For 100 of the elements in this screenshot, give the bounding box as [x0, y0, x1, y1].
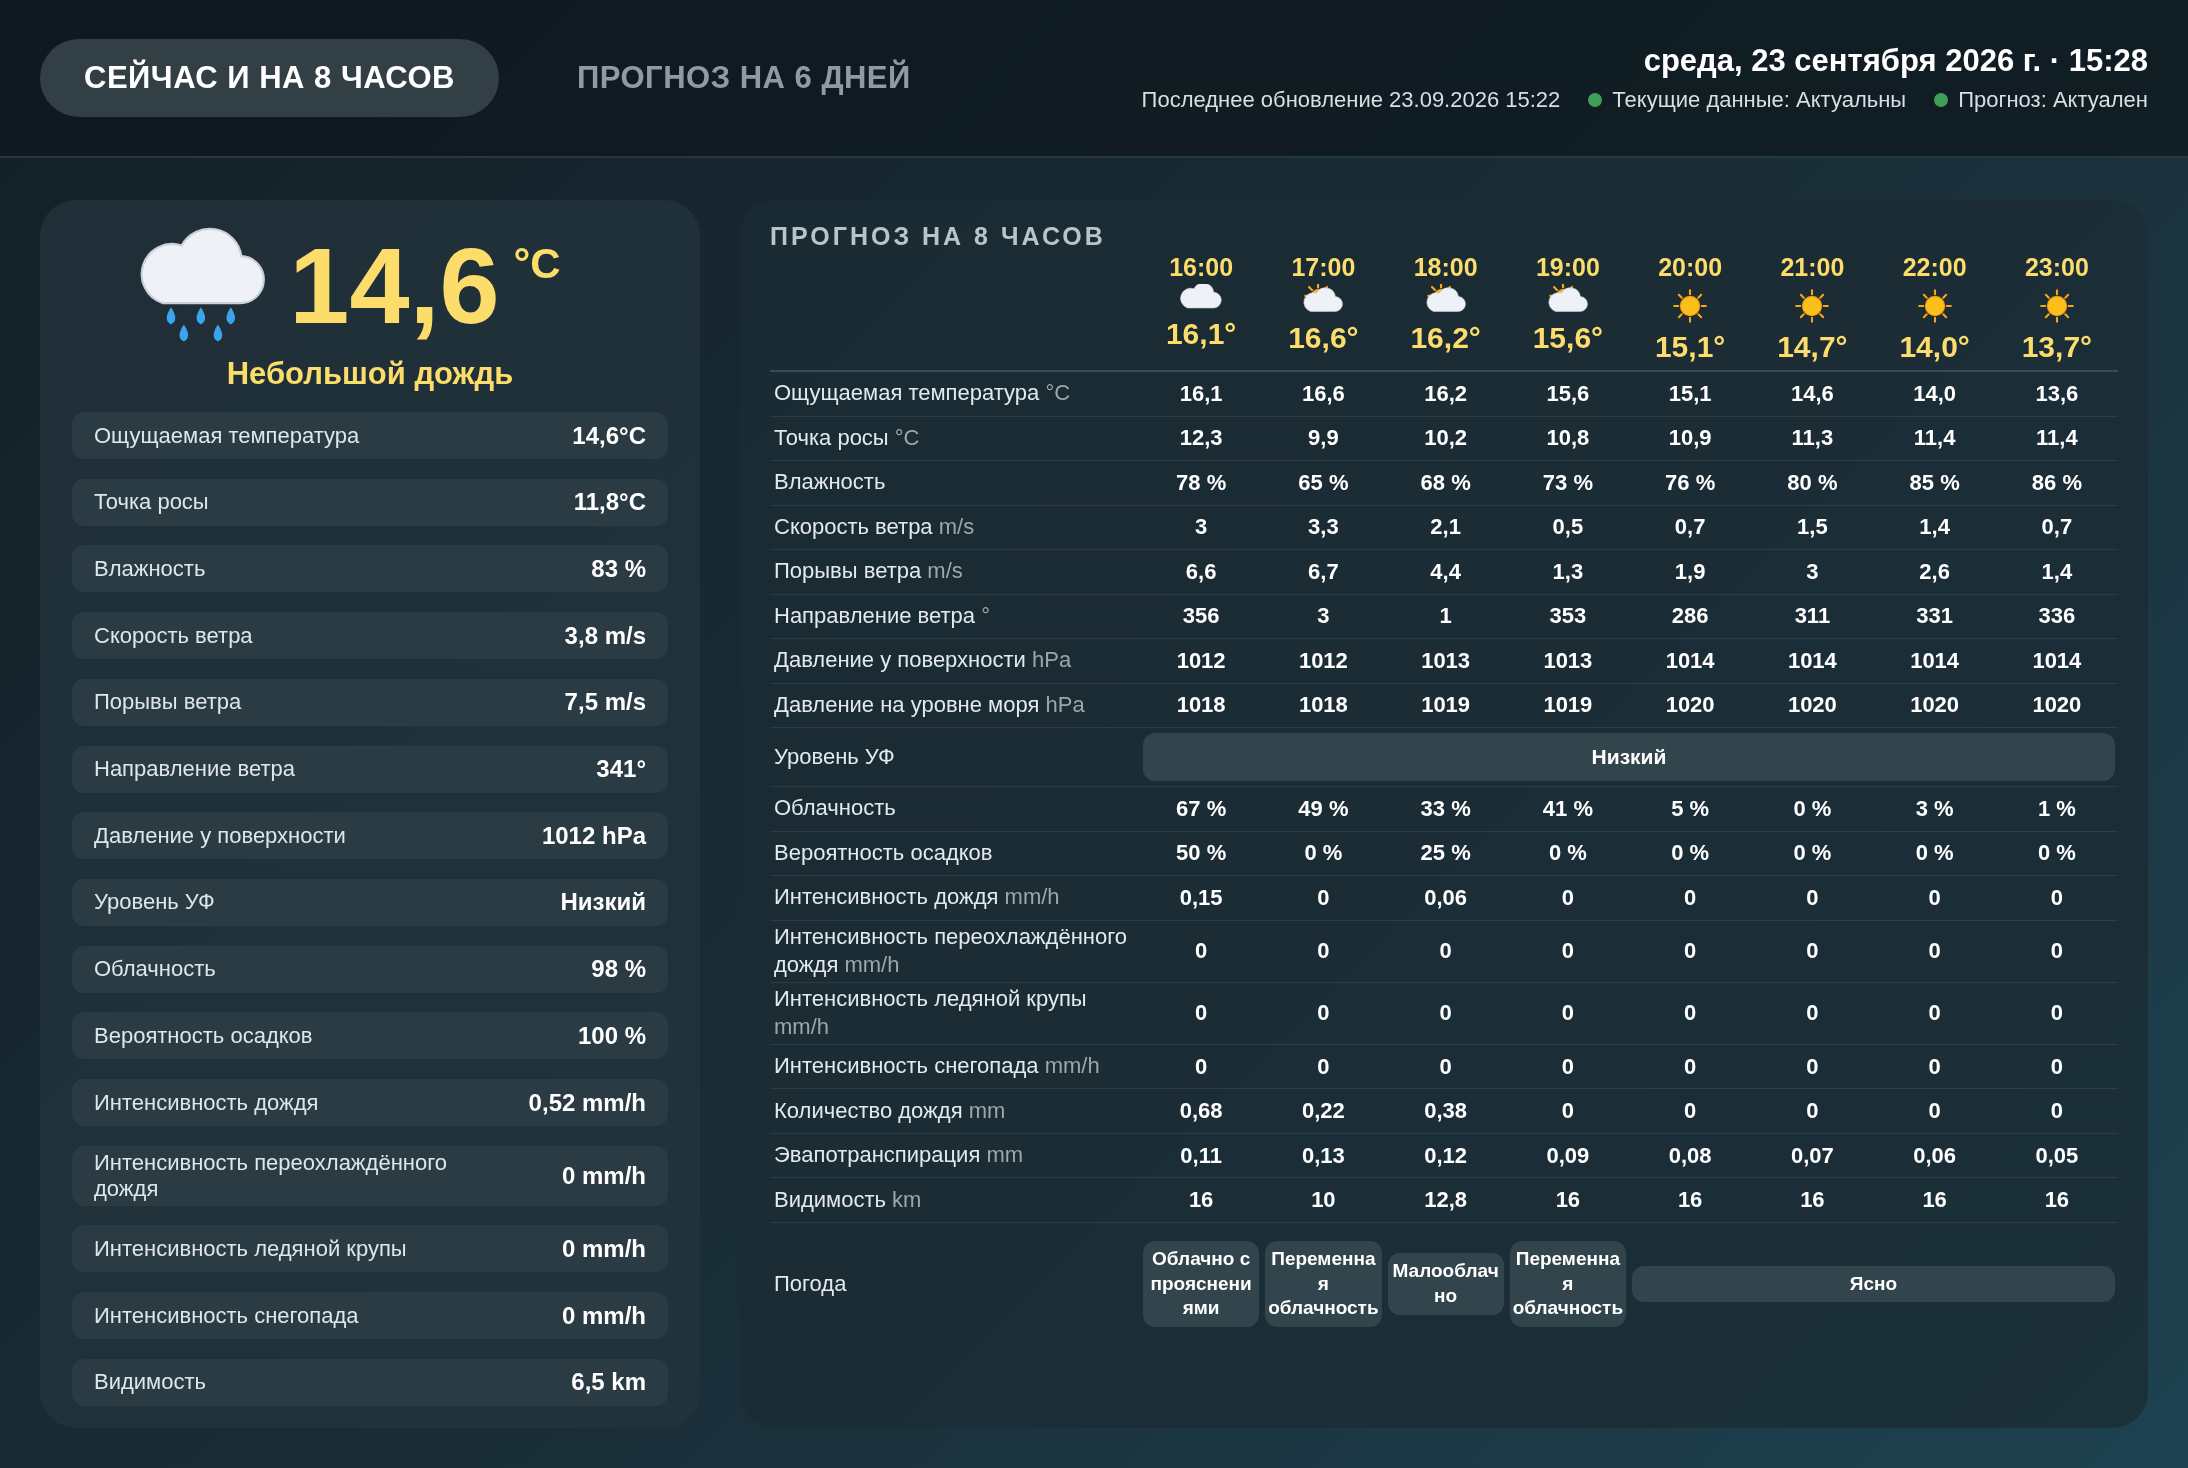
table-cell-text: 353 [1548, 603, 1588, 630]
detail-label: Интенсивность дождя [94, 1088, 319, 1117]
last-update-text: Последнее обновление 23.09.2026 15:22 [1141, 87, 1561, 113]
table-cell-text: 1,9 [1673, 558, 1707, 585]
table-cell-text: 0 [1194, 1000, 1209, 1027]
table-cell-text: 0,11 [1179, 1142, 1223, 1169]
hour-time: 22:00 [1902, 253, 1967, 282]
table-cell-text: 0,09 [1545, 1142, 1591, 1169]
table-cell-text: 1 % [2036, 795, 2077, 822]
detail-label: Интенсивность переохлаждённого дождя [94, 1148, 448, 1203]
row-label: Ощущаемая температура °C [773, 379, 1072, 408]
table-cell-text: 0 [1438, 938, 1453, 965]
table-cell-text: 0,08 [1667, 1142, 1713, 1169]
hour-time: 20:00 [1658, 253, 1723, 282]
row-label: Интенсивность переохлаждённого дождя mm/h [773, 922, 1128, 980]
table-cell-text: 5 % [1670, 795, 1711, 822]
table-cell-text: 3,3 [1307, 514, 1340, 541]
table-cell-text: 0 [2049, 1000, 2064, 1027]
row-label: Давление у поверхности hPa [773, 646, 1073, 675]
table-cell-text: 311 [1793, 603, 1832, 630]
table-cell-text: 10,2 [1423, 425, 1469, 452]
detail-value: 98 % [591, 955, 646, 984]
table-cell-text: 0 [1683, 1098, 1698, 1125]
current-temperature: 14,6 [289, 232, 500, 340]
row-label: Интенсивность ледяной крупы mm/h [773, 984, 1088, 1042]
detail-value: 341° [596, 755, 646, 783]
table-cell-text: 0,15 [1178, 884, 1224, 911]
table-cell-text: 33 % [1419, 795, 1472, 822]
table-cell-text: 12,8 [1423, 1187, 1469, 1214]
table-cell-text: 14,6 [1789, 380, 1835, 407]
table-cell-text: 336 [2037, 603, 2077, 630]
table-cell-text: 0 % [2036, 840, 2077, 867]
table-cell-text: 16,6 [1300, 380, 1346, 407]
table-cell-text: 0,07 [1789, 1142, 1835, 1169]
table-cell-text: 1020 [1786, 692, 1838, 719]
table-cell-text: 3 % [1914, 795, 1955, 822]
forecast-title: ПРОГНОЗ НА 8 ЧАСОВ [770, 222, 1106, 251]
table-cell-text: 67 % [1175, 795, 1228, 822]
table-cell-text: 0 [1683, 1000, 1698, 1027]
table-cell-text: 3 [1194, 514, 1209, 541]
table-cell-text: 0 [2049, 1053, 2064, 1080]
date-time: среда, 23 сентября 2026 г. · 15:28 [1643, 43, 2148, 79]
table-cell-text: 1012 [1297, 647, 1349, 674]
row-label: Порывы ветра m/s [773, 557, 964, 586]
hour-temperature: 15,6° [1532, 321, 1604, 356]
table-cell-text: 0 [1438, 1000, 1453, 1027]
tab[interactable]: СЕЙЧАС И НА 8 ЧАСОВ [40, 39, 499, 117]
table-cell-text: 80 % [1786, 469, 1839, 496]
table-cell-text: 1013 [1542, 647, 1594, 674]
table-cell-text: 73 % [1541, 469, 1594, 496]
table-cell-text: 0 % [1792, 840, 1833, 867]
table-cell-text: 0 % [1670, 840, 1711, 867]
table-cell-text: 16 [1799, 1187, 1826, 1214]
table-cell-text: 1019 [1420, 692, 1472, 719]
span-label: Низкий [1143, 733, 2115, 781]
table-cell-text: 0,05 [2034, 1142, 2080, 1169]
table-cell-text: 15,6 [1545, 380, 1591, 407]
table-cell-text: 0,68 [1178, 1098, 1224, 1125]
table-cell-text: 0 % [1303, 840, 1344, 867]
table-cell-text: 0 [1560, 1000, 1575, 1027]
table-cell-text: 10,9 [1667, 425, 1713, 452]
row-label: Точка росы °C [773, 423, 921, 452]
tab[interactable]: ПРОГНОЗ НА 6 ДНЕЙ [532, 39, 955, 117]
detail-label: Точка росы [94, 488, 209, 517]
table-cell-text: 1,4 [2040, 558, 2074, 585]
detail-value: 1012 hPa [541, 821, 646, 850]
table-cell-text: 11,4 [1912, 425, 1957, 452]
table-cell-text: 0 [1805, 884, 1820, 911]
detail-label: Давление у поверхности [94, 821, 346, 850]
table-cell-text: 1013 [1420, 647, 1472, 674]
table-cell-text: 0 [1683, 1053, 1698, 1080]
detail-label: Интенсивность ледяной крупы [94, 1234, 407, 1263]
table-cell-text: 356 [1181, 603, 1221, 630]
detail-value: 14,6°C [572, 421, 646, 450]
row-label: Интенсивность дождя mm/h [773, 883, 1061, 912]
table-cell-text: 0,7 [1673, 514, 1707, 541]
table-cell-text: 0 [1560, 1098, 1575, 1125]
table-cell-text: 1020 [1664, 692, 1716, 719]
table-cell-text: 16 [1187, 1187, 1215, 1214]
row-label: Интенсивность снегопада mm/h [773, 1052, 1101, 1081]
table-cell-text: 0 [1560, 1053, 1575, 1080]
hour-time: 17:00 [1291, 253, 1356, 282]
detail-value: 0,52 mm/h [528, 1088, 646, 1117]
detail-label: Интенсивность снегопада [94, 1301, 359, 1330]
table-cell-text: 6,7 [1307, 558, 1340, 585]
table-cell-text: 1014 [1664, 647, 1716, 674]
detail-label: Влажность [94, 554, 206, 583]
row-label: Уровень УФ [773, 742, 896, 771]
row-label: Направление ветра ° [773, 601, 991, 630]
table-cell-text: 10,8 [1545, 425, 1591, 452]
detail-label: Вероятность осадков [94, 1021, 313, 1050]
table-cell-text: 11,4 [2035, 425, 2079, 452]
status-text: Текущие данные: Актуальны [1612, 87, 1907, 113]
table-cell-text: 1,3 [1551, 558, 1585, 585]
table-cell-text: 0 [1194, 938, 1209, 965]
row-label: Давление на уровне моря hPa [773, 690, 1086, 719]
hour-time: 21:00 [1780, 253, 1845, 282]
hour-temperature: 13,7° [2021, 330, 2093, 364]
table-cell-text: 1014 [1909, 647, 1961, 674]
detail-label: Ощущаемая температура [94, 421, 360, 450]
